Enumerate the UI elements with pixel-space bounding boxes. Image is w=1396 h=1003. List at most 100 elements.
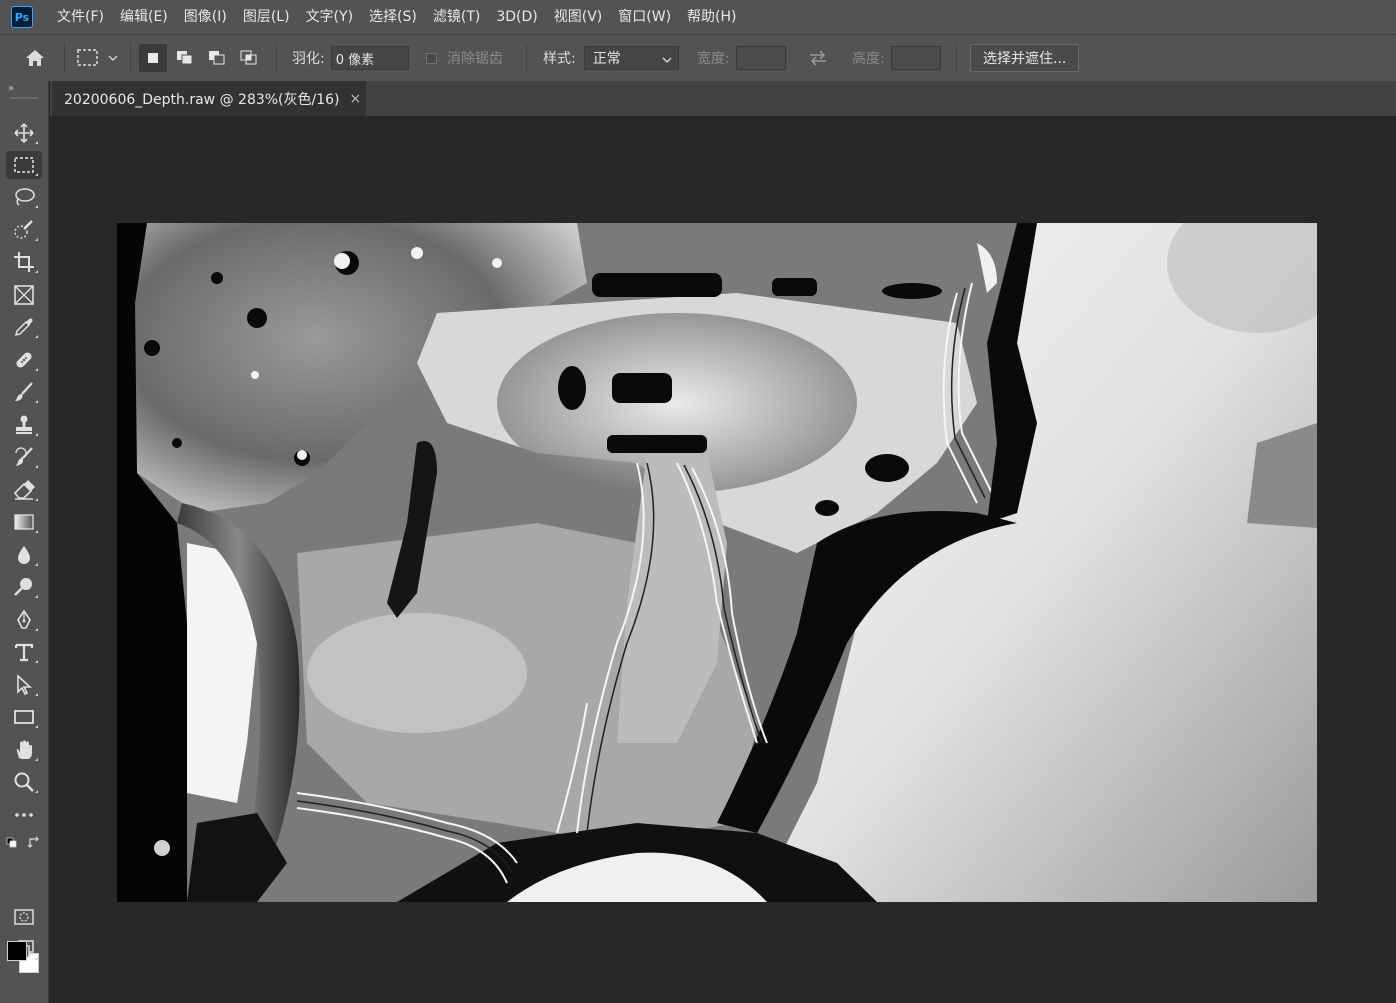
swap-arrows-icon: [810, 50, 826, 66]
frame-icon: [14, 285, 34, 305]
home-icon: [26, 50, 44, 66]
blur-tool-button[interactable]: [6, 541, 42, 569]
dodge-tool-button[interactable]: [6, 573, 42, 601]
swap-dimensions-button[interactable]: [807, 35, 829, 81]
subtract-from-selection-icon: [209, 51, 225, 65]
menu-help[interactable]: 帮助(H): [679, 0, 744, 34]
height-input[interactable]: [890, 46, 941, 70]
quick-selection-tool-button[interactable]: [6, 216, 42, 244]
home-button[interactable]: [22, 35, 48, 81]
menu-filter[interactable]: 滤镜(T): [425, 0, 488, 34]
gradient-icon: [14, 514, 34, 530]
menu-edit[interactable]: 编辑(E): [112, 0, 176, 34]
stamp-icon: [16, 415, 32, 434]
new-selection-button[interactable]: [139, 44, 167, 72]
menu-select[interactable]: 选择(S): [361, 0, 425, 34]
document-tab-title: 20200606_Depth.raw @ 283%(灰色/16): [64, 91, 340, 108]
blur-drop-icon: [18, 546, 30, 564]
swap-colors-button[interactable]: [27, 836, 41, 850]
crop-tool-button[interactable]: [6, 248, 42, 276]
spot-healing-brush-tool-button[interactable]: [6, 346, 42, 374]
frame-tool-button[interactable]: [6, 281, 42, 309]
tools-panel: »: [0, 81, 49, 1003]
rectangular-marquee-tool-button[interactable]: [6, 151, 42, 179]
antialias-checkbox[interactable]: [426, 52, 437, 64]
bandage-icon: [16, 352, 32, 368]
menu-image[interactable]: 图像(I): [176, 0, 235, 34]
menu-file[interactable]: 文件(F): [49, 0, 112, 34]
move-tool-button[interactable]: [6, 119, 42, 147]
hand-tool-button[interactable]: [6, 736, 42, 764]
separator: [276, 43, 277, 73]
menu-layer[interactable]: 图层(L): [235, 0, 298, 34]
separator: [64, 43, 65, 73]
pen-tool-button[interactable]: [6, 606, 42, 634]
tool-preset-picker[interactable]: [76, 35, 120, 81]
antialias-label: 消除锯齿: [447, 51, 503, 67]
default-colors-icon: [6, 837, 17, 848]
brush-icon: [15, 382, 33, 401]
crop-icon: [14, 252, 34, 272]
quick-selection-icon: [14, 220, 33, 239]
collapse-panel-icon[interactable]: »: [8, 83, 14, 94]
marquee-preset-icon: [77, 49, 118, 66]
pen-icon: [17, 609, 31, 629]
menu-window[interactable]: 窗口(W): [610, 0, 679, 34]
width-label: 宽度:: [697, 51, 730, 67]
eyedropper-tool-button[interactable]: [6, 313, 42, 341]
add-to-selection-button[interactable]: [171, 44, 199, 72]
zoom-magnifier-icon: [14, 772, 34, 792]
history-brush-icon: [15, 447, 33, 466]
lasso-tool-button[interactable]: [6, 183, 42, 211]
document-tab[interactable]: 20200606_Depth.raw @ 283%(灰色/16) ×: [52, 81, 366, 116]
intersect-selection-icon: [240, 50, 257, 65]
rectangle-tool-button[interactable]: [6, 703, 42, 731]
depth-map-image: [117, 223, 1317, 902]
menu-type[interactable]: 文字(Y): [298, 0, 361, 34]
path-selection-arrow-icon: [17, 674, 33, 696]
default-colors-button[interactable]: [6, 837, 18, 849]
gradient-tool-button[interactable]: [6, 508, 42, 536]
chevron-down-icon: [662, 57, 672, 63]
menu-3d[interactable]: 3D(D): [488, 0, 545, 34]
document-canvas[interactable]: [117, 223, 1317, 902]
eyedropper-icon: [14, 318, 33, 337]
feather-input[interactable]: 0 像素: [330, 46, 409, 70]
brush-tool-button[interactable]: [6, 378, 42, 406]
intersect-selection-button[interactable]: [235, 44, 263, 72]
new-selection-icon: [148, 53, 158, 63]
select-and-mask-button[interactable]: 选择并遮住...: [970, 44, 1080, 72]
document-tab-bar: 20200606_Depth.raw @ 283%(灰色/16) ×: [50, 81, 1396, 116]
eraser-tool-button[interactable]: [6, 476, 42, 504]
lasso-icon: [15, 188, 35, 206]
swap-colors-icon: [27, 836, 39, 848]
photoshop-logo-icon[interactable]: Ps: [11, 6, 33, 28]
style-select[interactable]: 正常: [583, 46, 679, 70]
close-icon[interactable]: ×: [350, 91, 362, 107]
rectangular-marquee-icon: [14, 157, 34, 173]
feather-label: 羽化:: [292, 51, 325, 67]
menu-bar: Ps 文件(F) 编辑(E) 图像(I) 图层(L) 文字(Y) 选择(S) 滤…: [0, 0, 1396, 34]
menu-view[interactable]: 视图(V): [546, 0, 611, 34]
separator: [956, 43, 957, 73]
quick-mask-button[interactable]: [6, 903, 42, 931]
type-icon: [14, 643, 34, 662]
move-tool-icon: [14, 123, 34, 143]
panel-grip[interactable]: [10, 97, 38, 99]
type-tool-button[interactable]: [6, 638, 42, 666]
height-label: 高度:: [852, 51, 885, 67]
style-label: 样式:: [543, 51, 576, 67]
zoom-tool-button[interactable]: [6, 768, 42, 796]
width-input[interactable]: [735, 46, 786, 70]
edit-toolbar-button[interactable]: [6, 801, 42, 829]
history-brush-tool-button[interactable]: [6, 443, 42, 471]
separator: [526, 43, 527, 73]
eraser-icon: [13, 480, 35, 500]
clone-stamp-tool-button[interactable]: [6, 411, 42, 439]
foreground-color-swatch[interactable]: [7, 941, 27, 961]
subtract-from-selection-button[interactable]: [203, 44, 231, 72]
hand-icon: [16, 740, 32, 759]
add-to-selection-icon: [177, 51, 193, 65]
path-selection-tool-button[interactable]: [6, 671, 42, 699]
style-select-value: 正常: [592, 51, 621, 67]
